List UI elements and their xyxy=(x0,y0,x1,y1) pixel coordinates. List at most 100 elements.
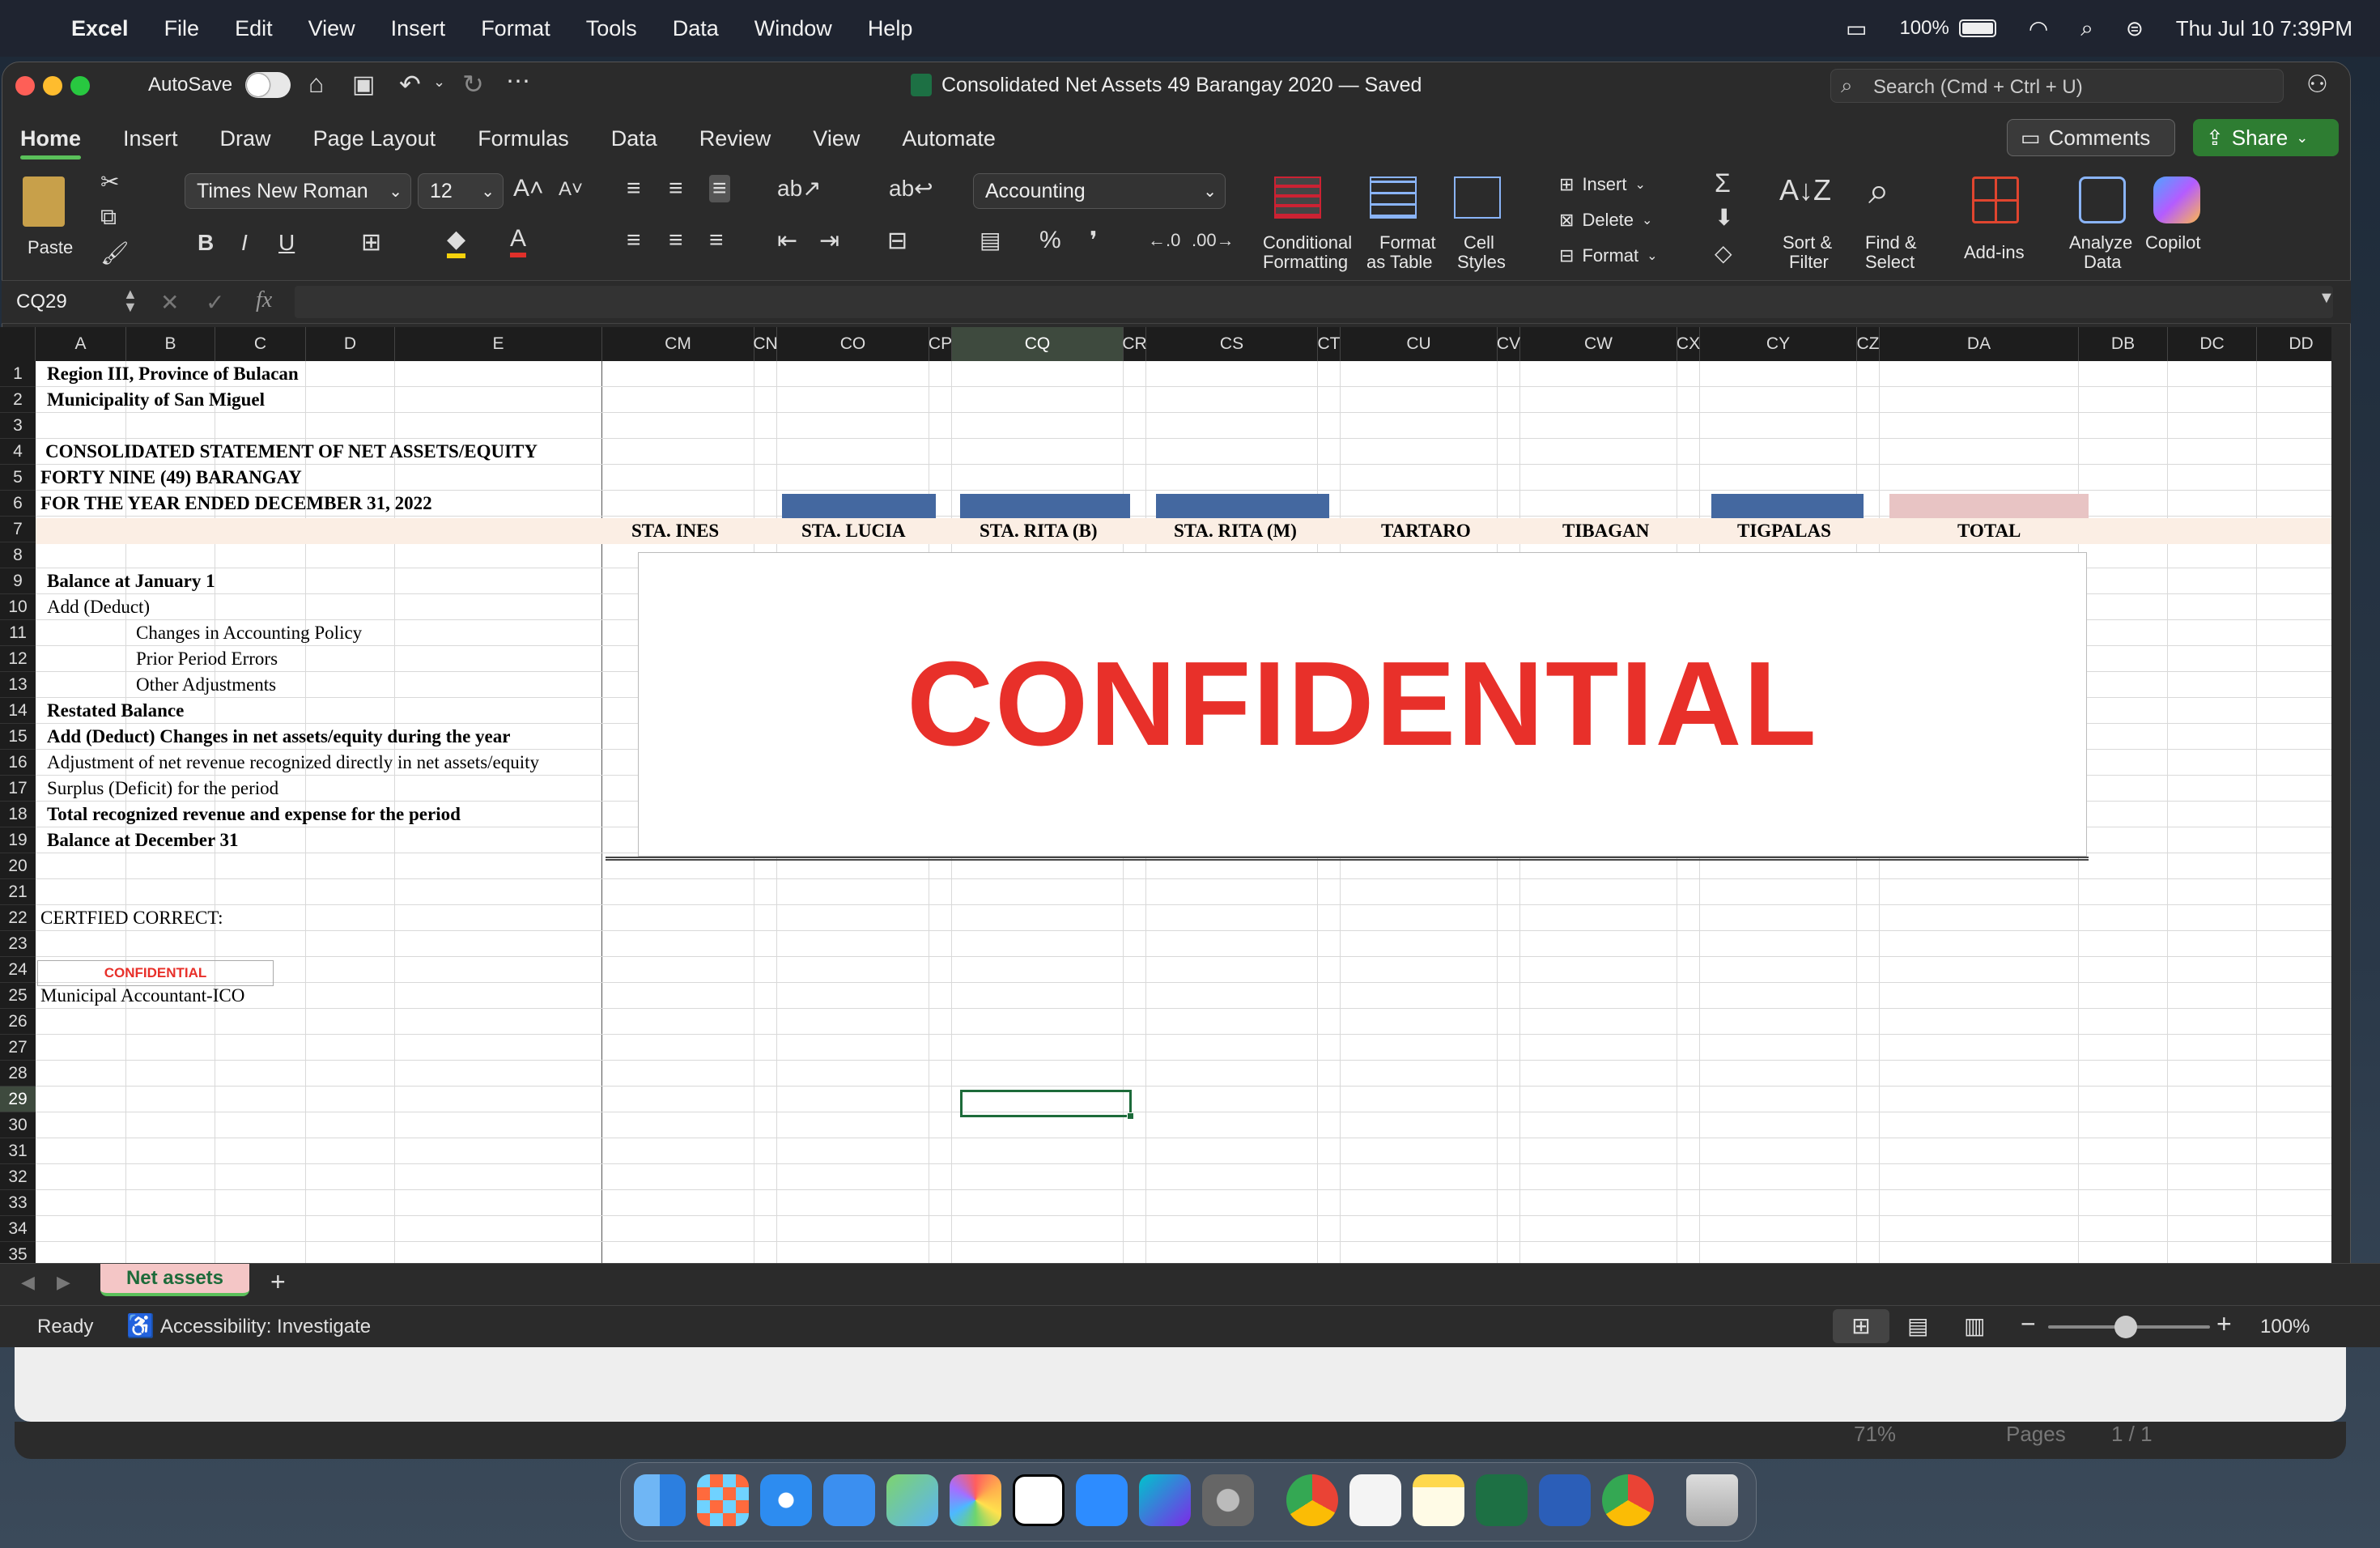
function-icon[interactable]: fx xyxy=(256,287,272,313)
comma-style-icon[interactable]: ❜ xyxy=(1090,227,1098,255)
cut-icon[interactable]: ✂ xyxy=(100,168,119,195)
row-header-5[interactable]: 5 xyxy=(0,465,36,491)
row-header-4[interactable]: 4 xyxy=(0,439,36,465)
maps-icon[interactable] xyxy=(886,1474,938,1526)
align-bottom-icon[interactable]: ≡ xyxy=(709,175,730,202)
column-header-da[interactable]: DA xyxy=(1880,327,2079,361)
undo-dropdown-icon[interactable]: ⌄ xyxy=(433,74,445,91)
cell-a2[interactable]: Municipality of San Miguel xyxy=(47,387,265,413)
italic-icon[interactable]: I xyxy=(241,230,248,256)
home-icon[interactable]: ⌂ xyxy=(308,69,324,99)
add-ins-button[interactable]: Add-ins xyxy=(1959,168,2035,274)
row-header-26[interactable]: 26 xyxy=(0,1009,36,1035)
underline-icon[interactable]: U xyxy=(278,230,295,256)
cell-a17[interactable]: Surplus (Deficit) for the period xyxy=(47,776,278,802)
row-header-25[interactable]: 25 xyxy=(0,983,36,1009)
sort-filter-button[interactable]: A↓Z Sort & Filter xyxy=(1771,168,1846,274)
tab-data[interactable]: Data xyxy=(611,116,657,161)
row-header-35[interactable]: 35 xyxy=(0,1242,36,1263)
column-header-dc[interactable]: DC xyxy=(2168,327,2257,361)
name-box[interactable]: CQ29 xyxy=(16,291,67,313)
share-button[interactable]: ⇪ Share ⌄ xyxy=(2193,119,2339,156)
autosum-icon[interactable]: Σ xyxy=(1715,168,1731,198)
header-tigpalas[interactable]: TIGPALAS xyxy=(1737,518,1831,544)
row-header-1[interactable]: 1 xyxy=(0,361,36,387)
copy-icon[interactable]: ⧉ xyxy=(100,204,117,231)
increase-decimal-icon[interactable]: ←.0 xyxy=(1148,230,1180,251)
add-sheet-icon[interactable]: + xyxy=(270,1267,286,1297)
row-header-32[interactable]: 32 xyxy=(0,1164,36,1190)
column-header-co[interactable]: CO xyxy=(777,327,929,361)
merge-center-icon[interactable]: ⊟ xyxy=(887,227,907,255)
row-header-9[interactable]: 9 xyxy=(0,568,36,594)
format-as-table-button[interactable]: Format as Table xyxy=(1363,168,1447,274)
finder-icon[interactable] xyxy=(634,1474,686,1526)
cell-a22[interactable]: CERTFIED CORRECT: xyxy=(40,905,223,931)
find-select-button[interactable]: ⌕ Find & Select xyxy=(1854,168,1928,274)
header-tibagan[interactable]: TIBAGAN xyxy=(1562,518,1649,544)
confidential-overlay[interactable]: CONFIDENTIAL xyxy=(638,552,2087,857)
prev-sheet-icon[interactable]: ◀ xyxy=(21,1272,35,1293)
column-header-cx[interactable]: CX xyxy=(1677,327,1700,361)
row-header-10[interactable]: 10 xyxy=(0,594,36,620)
copilot-button[interactable]: Copilot xyxy=(2140,168,2213,274)
column-header-cp[interactable]: CP xyxy=(929,327,952,361)
orientation-icon[interactable]: ab↗ xyxy=(777,175,822,202)
menu-view[interactable]: View xyxy=(308,16,355,41)
column-header-cy[interactable]: CY xyxy=(1700,327,1857,361)
cell-a1[interactable]: Region III, Province of Bulacan xyxy=(47,361,299,387)
mail-icon[interactable] xyxy=(823,1474,875,1526)
decrease-indent-icon[interactable]: ⇤ xyxy=(777,227,797,255)
zoom-in-icon[interactable]: + xyxy=(2216,1309,2232,1339)
row-header-30[interactable]: 30 xyxy=(0,1112,36,1138)
zoom-icon[interactable] xyxy=(1076,1474,1128,1526)
cell-a6[interactable]: FOR THE YEAR ENDED DECEMBER 31, 2022 xyxy=(40,491,432,517)
wifi-icon[interactable]: ◠ xyxy=(2029,15,2048,42)
row-header-24[interactable]: 24 xyxy=(0,957,36,983)
wrap-text-icon[interactable]: ab↩ xyxy=(889,175,933,202)
next-sheet-icon[interactable]: ▶ xyxy=(57,1272,70,1293)
row-header-33[interactable]: 33 xyxy=(0,1190,36,1216)
font-size-select[interactable]: 12 ⌄ xyxy=(418,173,504,209)
selected-cell-cq29[interactable] xyxy=(960,1090,1132,1117)
fill-icon[interactable]: ⬇ xyxy=(1715,204,1733,231)
more-icon[interactable]: ⋯ xyxy=(506,67,530,96)
page-break-view-icon[interactable]: ▥ xyxy=(1964,1312,1985,1339)
column-header-cr[interactable]: CR xyxy=(1122,327,1147,361)
row-header-20[interactable]: 20 xyxy=(0,853,36,879)
tab-home[interactable]: Home xyxy=(20,116,82,161)
row-header-7[interactable]: 7 xyxy=(0,517,36,542)
cell-a14[interactable]: Restated Balance xyxy=(47,698,184,724)
header-sta-ines[interactable]: STA. INES xyxy=(631,518,719,544)
row-header-22[interactable]: 22 xyxy=(0,905,36,931)
percent-icon[interactable]: % xyxy=(1039,227,1061,254)
font-name-select[interactable]: Times New Roman ⌄ xyxy=(185,173,411,209)
cell-b11[interactable]: Changes in Accounting Policy xyxy=(136,620,362,646)
notion-icon[interactable] xyxy=(1013,1474,1065,1526)
formula-expand-icon[interactable]: ▼ xyxy=(2318,289,2335,308)
column-header-cs[interactable]: CS xyxy=(1146,327,1318,361)
decrease-font-icon[interactable]: A˅ xyxy=(559,178,583,201)
tab-insert[interactable]: Insert xyxy=(123,116,178,161)
menu-data[interactable]: Data xyxy=(673,16,719,41)
cell-a19[interactable]: Balance at December 31 xyxy=(47,827,239,853)
search-icon[interactable]: ⌕ xyxy=(2080,15,2093,42)
accessibility-icon[interactable]: ♿ xyxy=(126,1312,155,1339)
align-top-icon[interactable]: ≡ xyxy=(627,175,641,202)
column-header-cz[interactable]: CZ xyxy=(1857,327,1880,361)
fill-color-icon[interactable]: ◆ xyxy=(447,225,466,258)
autosave-toggle[interactable] xyxy=(245,72,291,98)
chrome-app-icon[interactable] xyxy=(1602,1474,1654,1526)
clear-icon[interactable]: ◇ xyxy=(1715,240,1732,266)
column-header-cn[interactable]: CN xyxy=(753,327,778,361)
paste-button[interactable]: Paste xyxy=(19,170,92,267)
cell-a10[interactable]: Add (Deduct) xyxy=(47,594,150,620)
row-header-34[interactable]: 34 xyxy=(0,1216,36,1242)
menu-app-name[interactable]: Excel xyxy=(71,16,129,41)
align-right-icon[interactable]: ≡ xyxy=(709,227,724,254)
system-settings-icon[interactable] xyxy=(1202,1474,1254,1526)
row-header-12[interactable]: 12 xyxy=(0,646,36,672)
control-center-icon[interactable]: ⊜ xyxy=(2126,16,2144,41)
normal-view-icon[interactable]: ⊞ xyxy=(1833,1309,1889,1343)
minimize-button[interactable] xyxy=(43,76,62,96)
